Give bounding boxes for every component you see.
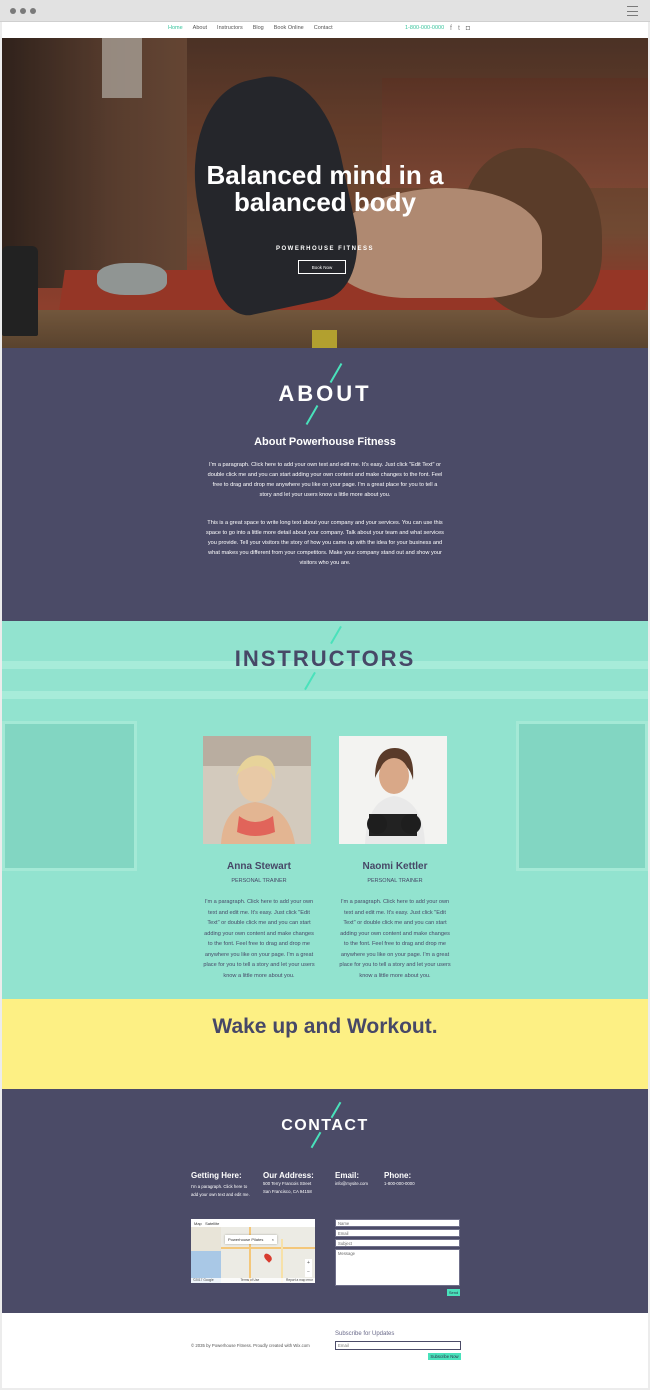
hero-title-line-1: Balanced mind in a [206,160,444,190]
hero-title: Balanced mind in a balanced body [2,162,648,216]
message-field[interactable]: Message [335,1249,460,1286]
phone-value: 1-800-000-0000 [384,1181,415,1186]
nav-item-home[interactable]: Home [168,25,183,31]
bg-window [516,721,648,871]
subscribe-title: Subscribe for Updates [335,1331,395,1337]
instructors-section: INSTRUCTORS Anna Stewart PERSONAL TRAINE… [2,621,648,999]
instructor-photo-naomi-art [339,736,447,844]
instructor-photo-anna [203,736,311,844]
wake-up-banner: Wake up and Workout. [2,999,648,1089]
address-heading: Our Address: [263,1171,314,1180]
instructor-bio: I'm a paragraph. Click here to add your … [203,899,315,979]
bg-window [2,721,137,871]
map-copyright: ©2017 Google [193,1278,214,1282]
map-footer: ©2017 Google Terms of Use Report a map e… [191,1278,315,1283]
location-map[interactable]: Map Satellite Powerhouse Pilates × + − ©… [191,1219,315,1283]
nav-item-instructors[interactable]: Instructors [217,25,243,31]
map-tab-satellite[interactable]: Satellite [205,1221,219,1226]
nav-menu: Home About Instructors Blog Book Online … [168,25,333,31]
map-place-label: Powerhouse Pilates × [225,1235,277,1244]
name-field[interactable]: Name [335,1219,460,1227]
wake-up-text: Wake up and Workout. [212,1015,438,1038]
about-title: ABOUT [278,381,372,406]
slash-decoration [330,1101,342,1119]
map-type-tabs: Map Satellite [191,1219,315,1227]
subscribe-button[interactable]: Subscribe Now [428,1353,461,1360]
about-paragraph-2: This is a great space to write long text… [206,520,444,566]
instructor-name: Anna Stewart [227,861,291,872]
address-line-1: 500 Terry Francois Street [263,1181,312,1186]
phone-heading: Phone: [384,1171,412,1180]
window-controls [10,8,36,14]
nav-item-contact[interactable]: Contact [314,25,333,31]
instructor-role: PERSONAL TRAINER [231,878,287,884]
browser-chrome [0,0,650,22]
about-section: ABOUT About Powerhouse Fitness I'm a par… [2,348,648,621]
social-icons: f t ◘ [450,24,470,34]
send-button[interactable]: Send [447,1289,460,1296]
map-road [281,1239,283,1283]
getting-here-heading: Getting Here: [191,1171,242,1180]
slash-decoration [305,404,319,426]
slash-decoration [330,625,342,645]
instructor-photo-anna-art [203,736,311,844]
instructor-name: Naomi Kettler [362,861,428,872]
address-text: 500 Terry Francois Street San Francisco,… [263,1180,333,1195]
top-nav: Home About Instructors Blog Book Online … [2,22,648,38]
contact-section: CONTACT Getting Here: I'm a paragraph. C… [2,1089,648,1313]
nav-item-blog[interactable]: Blog [253,25,264,31]
map-tab-map[interactable]: Map [194,1221,202,1226]
instructor-photo-naomi [339,736,447,844]
subject-field[interactable]: Subject [335,1239,460,1247]
book-now-button[interactable]: Book Now [298,260,346,274]
twitter-icon[interactable]: t [458,24,460,34]
facebook-icon[interactable]: f [450,24,452,34]
hero-section: Balanced mind in a balanced body POWERHO… [2,38,648,348]
copyright-text: © 2035 by Powerhouse Fitness. Proudly cr… [191,1343,310,1348]
nav-item-about[interactable]: About [193,25,207,31]
about-heading: About Powerhouse Fitness [254,436,396,448]
instructors-title: INSTRUCTORS [234,646,416,671]
map-place-name: Powerhouse Pilates [228,1237,264,1242]
hero-subtitle: POWERHOUSE FITNESS [275,246,374,252]
getting-here-text: I'm a paragraph. Click here to add your … [191,1184,250,1197]
map-terms-link[interactable]: Terms of Use [240,1278,259,1283]
address-line-2: San Francisco, CA 94158 [263,1188,312,1194]
menu-icon[interactable] [627,6,638,16]
contact-title: CONTACT [281,1117,369,1134]
bg-beam [2,691,648,699]
site-frame: Home About Instructors Blog Book Online … [2,22,648,1388]
close-icon[interactable]: × [272,1237,274,1242]
zoom-in-icon[interactable]: + [305,1259,312,1268]
hero-title-line-2: balanced body [233,187,417,217]
email-field[interactable]: Email [335,1229,460,1237]
site-footer: © 2035 by Powerhouse Fitness. Proudly cr… [2,1313,648,1388]
about-paragraph-1: I'm a paragraph. Click here to add your … [207,462,443,498]
slash-decoration [304,671,316,691]
nav-item-book-online[interactable]: Book Online [274,25,304,31]
instagram-icon[interactable]: ◘ [466,24,470,34]
map-report-link[interactable]: Report a map error [286,1278,313,1283]
instructor-bio: I'm a paragraph. Click here to add your … [339,899,451,979]
map-land [221,1219,315,1283]
email-heading: Email: [335,1171,360,1180]
instructor-role: PERSONAL TRAINER [367,878,423,884]
zoom-out-icon[interactable]: − [305,1268,312,1277]
map-road [221,1247,315,1249]
nav-phone: 1-800-000-0000 [405,25,445,31]
subscribe-email-input[interactable]: Email [335,1341,461,1350]
map-zoom-controls: + − [305,1259,312,1277]
